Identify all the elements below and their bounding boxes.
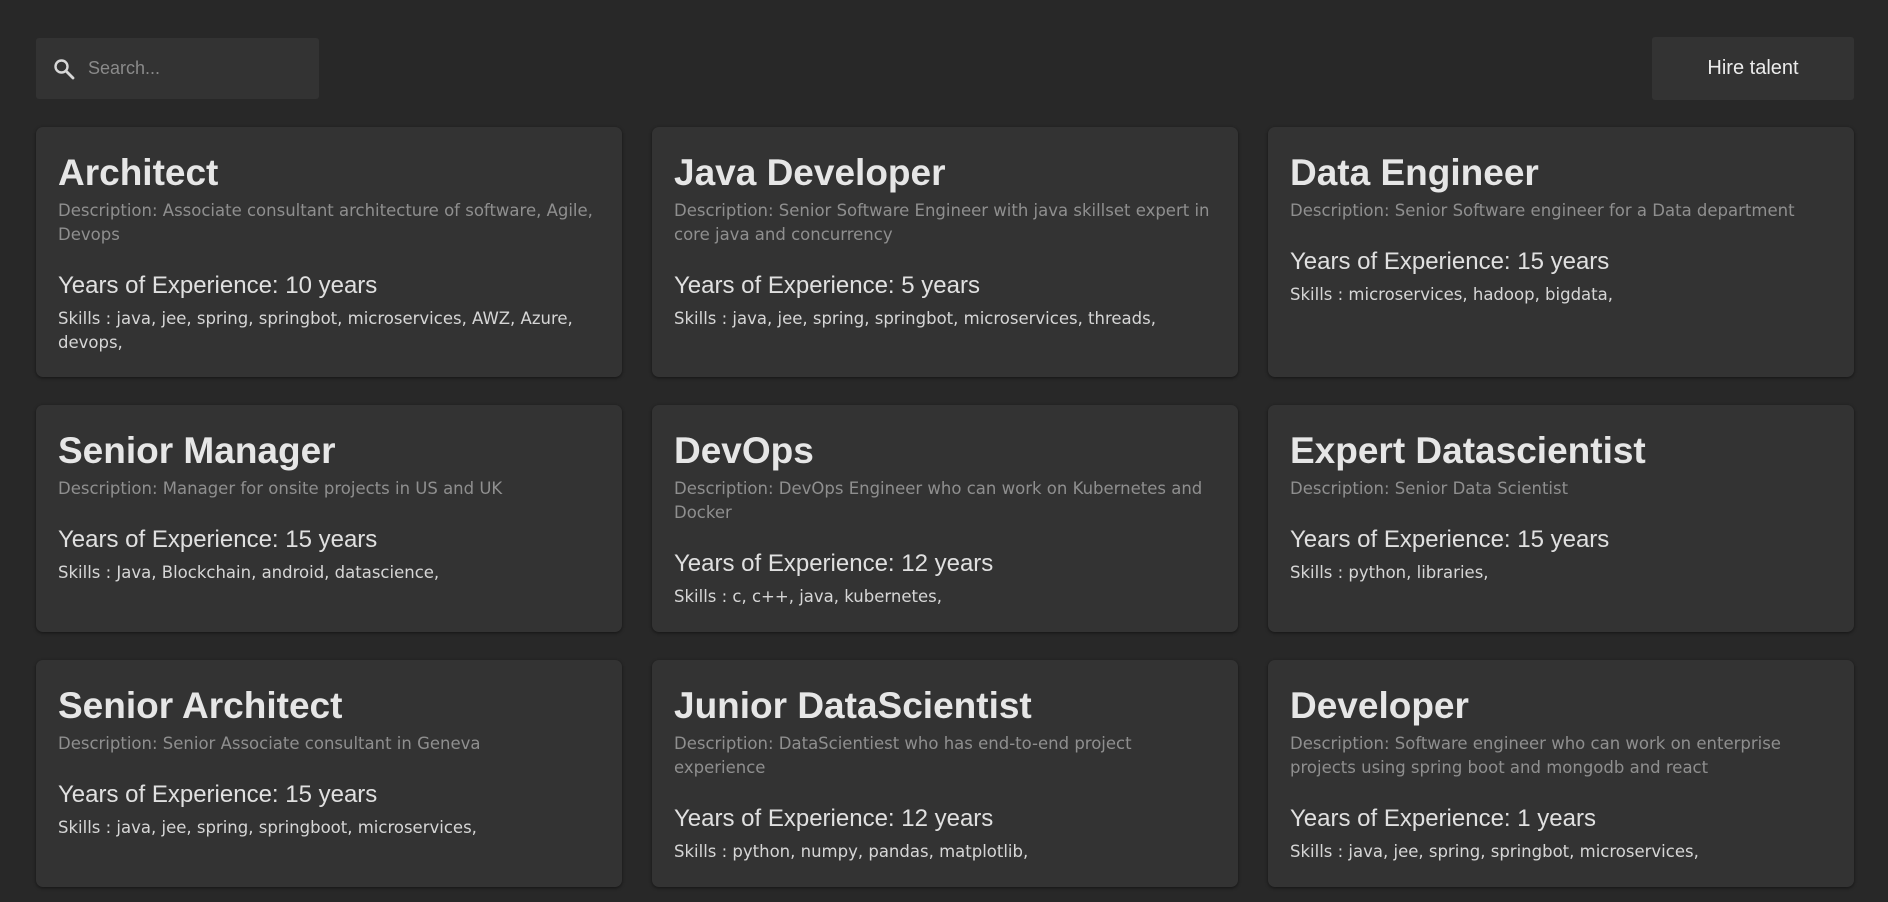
card-description: Description: DevOps Engineer who can wor… [674, 479, 1203, 522]
card-skills: Skills : java, jee, spring, springbot, m… [58, 309, 573, 352]
card-experience: Years of Experience: 10 years [58, 272, 378, 299]
card-experience: Years of Experience: 12 years [674, 550, 994, 577]
card-experience: Years of Experience: 12 years [674, 805, 994, 832]
talent-card[interactable]: Senior Manager Description: Manager for … [36, 405, 622, 632]
card-experience: Years of Experience: 15 years [58, 526, 378, 553]
card-skills: Skills : java, jee, spring, springbot, m… [1290, 842, 1699, 861]
card-description: Description: Software engineer who can w… [1290, 734, 1781, 777]
talent-card[interactable]: Data Engineer Description: Senior Softwa… [1268, 127, 1854, 377]
card-skills: Skills : java, jee, spring, springboot, … [58, 818, 477, 837]
card-description: Description: DataScientiest who has end-… [674, 734, 1132, 777]
card-description: Description: Senior Associate consultant… [58, 734, 481, 753]
card-experience: Years of Experience: 15 years [1290, 526, 1610, 553]
card-description: Description: Senior Software Engineer wi… [674, 201, 1210, 244]
card-experience: Years of Experience: 1 years [1290, 805, 1596, 832]
card-skills: Skills : java, jee, spring, springbot, m… [674, 309, 1156, 328]
card-title: Senior Architect [58, 685, 343, 726]
card-title: Expert Datascientist [1290, 430, 1646, 471]
card-skills: Skills : python, numpy, pandas, matplotl… [674, 842, 1029, 861]
search-input[interactable] [86, 57, 310, 80]
search-box[interactable] [36, 38, 319, 99]
card-title: Java Developer [674, 152, 946, 193]
hire-talent-button[interactable]: Hire talent [1652, 37, 1854, 100]
card-title: Junior DataScientist [674, 685, 1032, 726]
card-title: Architect [58, 152, 219, 193]
card-title: Developer [1290, 685, 1469, 726]
card-description: Description: Manager for onsite projects… [58, 479, 503, 498]
talent-card[interactable]: Architect Description: Associate consult… [36, 127, 622, 377]
talent-card[interactable]: Junior DataScientist Description: DataSc… [652, 660, 1238, 887]
card-experience: Years of Experience: 15 years [58, 781, 378, 808]
talent-grid: Architect Description: Associate consult… [36, 127, 1854, 887]
talent-card[interactable]: Expert Datascientist Description: Senior… [1268, 405, 1854, 632]
talent-card[interactable]: Developer Description: Software engineer… [1268, 660, 1854, 887]
card-skills: Skills : c, c++, java, kubernetes, [674, 587, 942, 606]
card-skills: Skills : microservices, hadoop, bigdata, [1290, 285, 1613, 304]
card-skills: Skills : Java, Blockchain, android, data… [58, 563, 440, 582]
card-title: Senior Manager [58, 430, 336, 471]
search-icon [52, 57, 76, 81]
talent-card[interactable]: Java Developer Description: Senior Softw… [652, 127, 1238, 377]
talent-card[interactable]: DevOps Description: DevOps Engineer who … [652, 405, 1238, 632]
talent-card[interactable]: Senior Architect Description: Senior Ass… [36, 660, 622, 887]
card-title: Data Engineer [1290, 152, 1539, 193]
card-skills: Skills : python, libraries, [1290, 563, 1489, 582]
card-experience: Years of Experience: 15 years [1290, 248, 1610, 275]
card-experience: Years of Experience: 5 years [674, 272, 980, 299]
card-description: Description: Senior Software engineer fo… [1290, 201, 1795, 220]
card-description: Description: Associate consultant archit… [58, 201, 593, 244]
card-description: Description: Senior Data Scientist [1290, 479, 1569, 498]
card-title: DevOps [674, 430, 814, 471]
